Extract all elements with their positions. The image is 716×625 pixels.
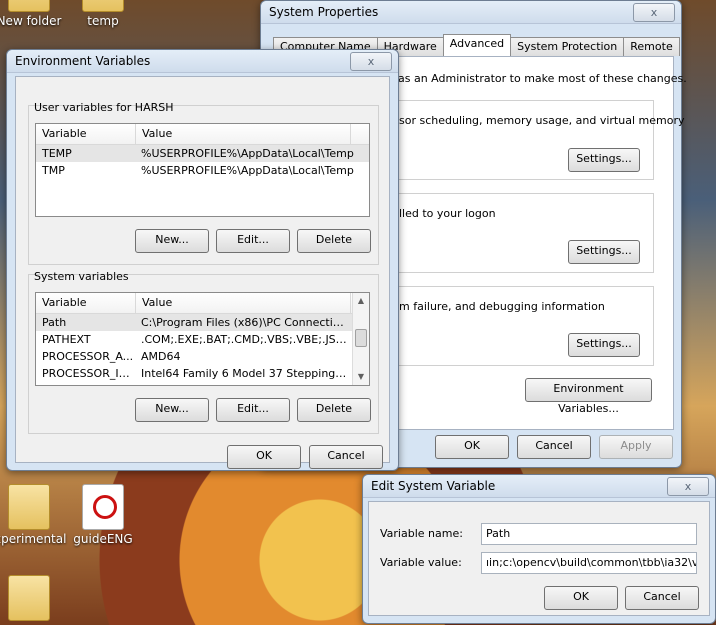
desktop-icon-label: temp [87, 14, 119, 28]
window-title: Environment Variables [15, 54, 151, 68]
desktop-icon-temp[interactable]: temp [68, 0, 138, 28]
column-value[interactable]: Value [136, 293, 351, 313]
desktop-icon-experimental[interactable]: xperimental [0, 484, 67, 546]
performance-settings-button[interactable]: Settings... [568, 148, 640, 172]
tab-remote[interactable]: Remote [623, 37, 680, 56]
close-icon: x [650, 6, 658, 19]
table-row[interactable]: TEMP %USERPROFILE%\AppData\Local\Temp [36, 145, 369, 162]
list-header: Variable Value [36, 293, 369, 314]
close-button[interactable]: x [667, 477, 709, 496]
user-profiles-description: lled to your logon [399, 207, 496, 220]
folder-icon [82, 0, 124, 12]
desktop-icon-label: xperimental [0, 532, 67, 546]
row-variable: PROCESSOR_ID... [42, 367, 135, 380]
close-button[interactable]: x [633, 3, 675, 22]
close-button[interactable]: x [350, 52, 392, 71]
row-variable: TEMP [42, 147, 72, 160]
close-icon: x [367, 55, 375, 68]
system-variables-list[interactable]: Variable Value Path C:\Program Files (x8… [35, 292, 370, 386]
environment-variables-window: Environment Variables x User variables f… [6, 49, 399, 471]
user-profiles-settings-button[interactable]: Settings... [568, 240, 640, 264]
user-variables-list[interactable]: Variable Value TEMP %USERPROFILE%\AppDat… [35, 123, 370, 217]
row-variable: Path [42, 316, 67, 329]
row-value: Intel64 Family 6 Model 37 Stepping 2, G.… [141, 367, 347, 380]
environment-variables-body: User variables for HARSH Variable Value … [15, 76, 390, 469]
desktop-icon-new-folder[interactable]: New folder [0, 0, 64, 28]
row-variable: PROCESSOR_A... [42, 350, 134, 363]
user-variables-title: User variables for HARSH [34, 101, 174, 114]
user-variables-group: User variables for HARSH Variable Value … [28, 101, 379, 265]
pdf-file-icon [82, 484, 124, 530]
performance-description: sor scheduling, memory usage, and virtua… [399, 114, 685, 127]
window-title: Edit System Variable [371, 479, 496, 493]
column-variable[interactable]: Variable [36, 293, 136, 313]
variable-value-label: Variable value: [380, 556, 462, 569]
apply-button[interactable]: Apply [599, 435, 673, 459]
scroll-down-icon[interactable]: ▼ [353, 369, 369, 385]
table-row[interactable]: PROCESSOR_A... AMD64 [36, 348, 369, 365]
row-value: %USERPROFILE%\AppData\Local\Temp [141, 147, 354, 160]
list-header: Variable Value [36, 124, 369, 145]
user-delete-button[interactable]: Delete [297, 229, 371, 253]
system-edit-button[interactable]: Edit... [216, 398, 290, 422]
folder-icon [8, 484, 50, 530]
column-variable[interactable]: Variable [36, 124, 136, 144]
tab-advanced[interactable]: Advanced [442, 34, 512, 56]
desktop-icon-label: guideENG [73, 532, 133, 546]
row-value: .COM;.EXE;.BAT;.CMD;.VBS;.VBE;.JS;.... [141, 333, 347, 346]
environment-variables-button[interactable]: Environment Variables... [525, 378, 652, 415]
edit-system-variable-window: Edit System Variable x Variable name: Pa… [362, 474, 716, 624]
vertical-scrollbar[interactable]: ▲ ▼ [352, 293, 369, 385]
scroll-thumb[interactable] [355, 329, 367, 347]
desktop-icon-guideeng[interactable]: guideENG [68, 484, 138, 546]
cancel-button[interactable]: Cancel [625, 586, 699, 610]
row-value: %USERPROFILE%\AppData\Local\Temp [141, 164, 354, 177]
user-new-button[interactable]: New... [135, 229, 209, 253]
ok-button[interactable]: OK [227, 445, 301, 469]
edit-system-variable-body: Variable name: Path Variable value: ıin;… [368, 501, 710, 616]
cancel-button[interactable]: Cancel [309, 445, 383, 469]
user-edit-button[interactable]: Edit... [216, 229, 290, 253]
admin-note: as an Administrator to make most of thes… [398, 72, 687, 85]
folder-icon [8, 0, 50, 12]
edit-system-variable-titlebar: Edit System Variable [363, 475, 715, 498]
window-title: System Properties [269, 5, 379, 19]
desktop-icon-folder[interactable] [0, 575, 64, 623]
row-variable: TMP [42, 164, 65, 177]
table-row[interactable]: Path C:\Program Files (x86)\PC Connectiv… [36, 314, 369, 331]
variable-name-label: Variable name: [380, 527, 463, 540]
close-icon: x [684, 480, 692, 493]
system-delete-button[interactable]: Delete [297, 398, 371, 422]
row-value: AMD64 [141, 350, 181, 363]
environment-variables-titlebar: Environment Variables [7, 50, 398, 73]
system-variables-title: System variables [34, 270, 129, 283]
system-properties-titlebar: System Properties [261, 1, 681, 24]
scroll-up-icon[interactable]: ▲ [353, 293, 369, 309]
cancel-button[interactable]: Cancel [517, 435, 591, 459]
tab-system-protection[interactable]: System Protection [510, 37, 625, 56]
ok-button[interactable]: OK [435, 435, 509, 459]
folder-icon [8, 575, 50, 621]
table-row[interactable]: TMP %USERPROFILE%\AppData\Local\Temp [36, 162, 369, 179]
table-row[interactable]: PROCESSOR_ID... Intel64 Family 6 Model 3… [36, 365, 369, 382]
system-new-button[interactable]: New... [135, 398, 209, 422]
desktop-icon-label: New folder [0, 14, 62, 28]
variable-value-input[interactable]: ıin;c:\opencv\build\common\tbb\ia32\vc10… [481, 552, 697, 574]
column-value[interactable]: Value [136, 124, 351, 144]
table-row[interactable]: PATHEXT .COM;.EXE;.BAT;.CMD;.VBS;.VBE;.J… [36, 331, 369, 348]
row-value: C:\Program Files (x86)\PC Connectivity .… [141, 316, 347, 329]
ok-button[interactable]: OK [544, 586, 618, 610]
system-variables-group: System variables Variable Value Path C:\… [28, 270, 379, 434]
variable-name-input[interactable]: Path [481, 523, 697, 545]
startup-recovery-description: m failure, and debugging information [399, 300, 605, 313]
startup-recovery-settings-button[interactable]: Settings... [568, 333, 640, 357]
row-variable: PATHEXT [42, 333, 91, 346]
